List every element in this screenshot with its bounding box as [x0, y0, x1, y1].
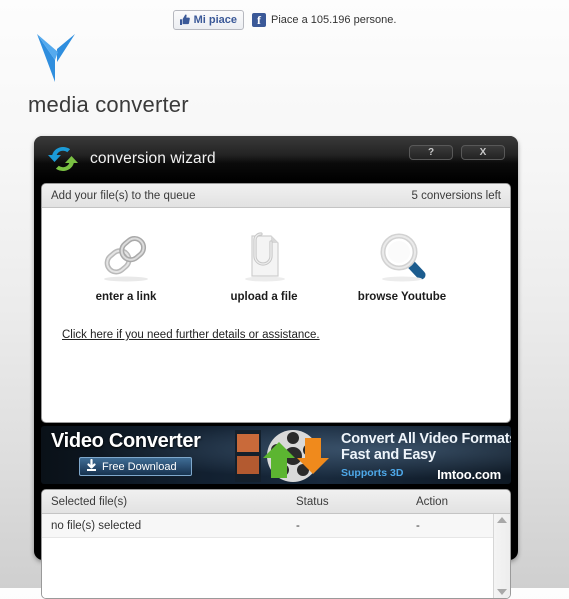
ad-title: Video Converter	[51, 430, 201, 452]
file-table-body: no file(s) selected - -	[42, 514, 510, 598]
facebook-like-count: f Piace a 105.196 persone.	[252, 13, 396, 27]
upload-a-file-label: upload a file	[230, 291, 298, 303]
column-header-status: Status	[296, 495, 329, 508]
free-download-label: Free Download	[102, 460, 177, 473]
thumbs-up-icon	[179, 14, 191, 26]
scroll-down-arrow-icon[interactable]	[497, 589, 507, 595]
assistance-link[interactable]: Click here if you need further details o…	[62, 329, 510, 341]
facebook-like-button[interactable]: Mi piace	[172, 10, 245, 30]
file-table-rows: no file(s) selected - -	[42, 514, 493, 598]
browse-youtube-button[interactable]: browse Youtube	[344, 230, 460, 303]
magnifier-icon	[344, 230, 460, 282]
conversion-wizard-window: conversion wizard ? X Add your file(s) t…	[34, 136, 518, 599]
queue-panel-header: Add your file(s) to the queue 5 conversi…	[42, 184, 510, 208]
window-title: conversion wizard	[90, 149, 216, 167]
chain-link-icon	[68, 230, 184, 282]
conversions-left-label: 5 conversions left	[411, 189, 502, 202]
queue-heading: Add your file(s) to the queue	[51, 189, 196, 202]
ad-supports-3d-label: Supports 3D	[341, 467, 404, 479]
help-button[interactable]: ?	[409, 145, 453, 160]
free-download-button[interactable]: Free Download	[79, 457, 192, 476]
column-header-action: Action	[416, 495, 448, 508]
facebook-count-text: Piace a 105.196 persone.	[271, 14, 397, 26]
queue-panel: Add your file(s) to the queue 5 conversi…	[41, 183, 511, 423]
file-table-header: Selected file(s) Status Action	[42, 490, 510, 514]
cell-status: -	[296, 519, 300, 532]
ad-film-disc-graphic	[233, 428, 343, 484]
convert-arrows-icon	[39, 143, 80, 175]
facebook-like-label: Mi piace	[193, 14, 238, 26]
ad-headline-line2: Fast and Easy	[341, 447, 436, 463]
ad-right-block: Convert All Video Formats Fast and Easy …	[341, 431, 511, 482]
window-controls: ? X	[409, 145, 505, 160]
browse-youtube-label: browse Youtube	[357, 291, 447, 303]
enter-a-link-button[interactable]: enter a link	[68, 230, 184, 303]
facebook-f-icon: f	[252, 13, 267, 27]
scroll-up-arrow-icon[interactable]	[497, 517, 507, 523]
table-row[interactable]: no file(s) selected - -	[42, 514, 493, 538]
cell-file: no file(s) selected	[51, 519, 142, 532]
file-table-scrollbar[interactable]	[493, 514, 510, 598]
close-button[interactable]: X	[461, 145, 505, 160]
window-titlebar: conversion wizard ? X	[34, 136, 518, 181]
upload-a-file-button[interactable]: upload a file	[206, 230, 322, 303]
brand-header: media converter	[28, 30, 189, 118]
video-converter-ad-banner[interactable]: Video Converter Free Download Convert Al…	[41, 426, 511, 484]
download-arrow-icon	[85, 458, 98, 475]
enter-a-link-label: enter a link	[95, 291, 157, 303]
ad-site-label: Imtoo.com	[437, 467, 501, 482]
media-converter-logo	[28, 30, 189, 86]
document-paperclip-icon	[206, 230, 322, 282]
column-header-file: Selected file(s)	[51, 495, 128, 508]
ad-headline-line1: Convert All Video Formats	[341, 431, 511, 447]
social-share-bar: Mi piace f Piace a 105.196 persone.	[0, 10, 569, 30]
ad-left-block: Video Converter Free Download	[51, 430, 241, 476]
action-buttons: enter a link upload a file browse Youtub…	[42, 208, 510, 303]
page-title: media converter	[28, 92, 189, 117]
cell-action: -	[416, 519, 420, 532]
selected-files-panel: Selected file(s) Status Action no file(s…	[41, 489, 511, 599]
